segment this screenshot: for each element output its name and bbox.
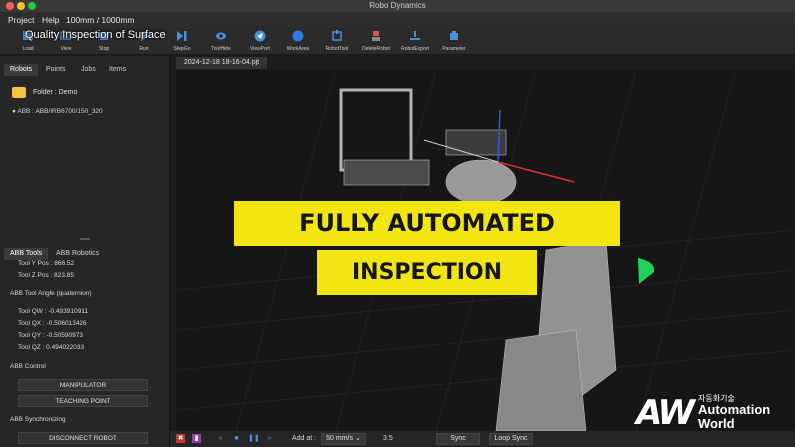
fast-forward-icon[interactable]: »	[265, 434, 274, 443]
add-at-label: Add at :	[292, 435, 317, 442]
disconnect-robot-button[interactable]: DISCONNECT ROBOT	[18, 432, 148, 444]
loop-sync-button[interactable]: Loop Sync	[489, 433, 533, 445]
splitter-handle[interactable]	[80, 238, 90, 240]
robotexport-button[interactable]: RobotExport	[395, 30, 435, 54]
tab-points[interactable]: Points	[40, 64, 71, 76]
tab-items[interactable]: Items	[103, 64, 132, 76]
robottool-button[interactable]: RobotTool	[317, 30, 357, 54]
bottom-control-bar: ✖ ▮ « ■ ❚❚ » Add at : 50 mm/s ⌄ 3.5 Sync…	[170, 431, 795, 447]
tool-y-pos: Tool Y Pos : 866.52	[18, 260, 75, 267]
export-icon	[409, 30, 421, 42]
logo-text-world: World	[698, 416, 735, 431]
tab-jobs[interactable]: Jobs	[75, 64, 102, 76]
bookmark-icon[interactable]: ▮	[192, 434, 201, 443]
left-tabs: Robots Points Jobs Items	[0, 64, 170, 76]
stop-playback-icon[interactable]: ■	[232, 434, 241, 443]
tool-qz: Tool QZ : 0.494022033	[18, 344, 85, 351]
tab-abb-robotics[interactable]: ABB Robotics	[50, 248, 105, 260]
viewport-button[interactable]: ViewPort	[240, 30, 280, 54]
overlay-caption: Quality Inspection of Surface	[25, 29, 166, 41]
aw-logo-mark: AW	[636, 393, 695, 433]
tool-qw: Tool QW : -0.493910911	[18, 308, 88, 315]
3d-viewport[interactable]: FULLY AUTOMATED INSPECTION	[176, 70, 795, 431]
props-tabs: ABB Tools ABB Robotics	[0, 248, 170, 260]
teaching-point-button[interactable]: TEACHING POINT	[18, 395, 148, 407]
tab-robots[interactable]: Robots	[4, 64, 39, 76]
eye-icon	[215, 30, 227, 42]
send-icon	[254, 30, 266, 42]
title-bar: Robo Dynamics	[0, 0, 795, 12]
pause-icon[interactable]: ❚❚	[248, 434, 260, 443]
workarea-button[interactable]: WorkArea	[278, 30, 318, 54]
tab-abb-tools[interactable]: ABB Tools	[4, 248, 49, 260]
abb-properties: ABB Tools ABB Robotics Tool Y Pos : 866.…	[0, 248, 170, 447]
record-icon[interactable]: ✖	[176, 434, 185, 443]
tool-qx: Tool QX : -0.506013426	[18, 320, 87, 327]
project-file-tab[interactable]: 2024-12-18 18-16-04.pjt	[176, 57, 268, 69]
step-icon	[176, 30, 188, 42]
stepgo-button[interactable]: StepGo	[162, 30, 202, 54]
abb-sync-header: ABB Synchronizing	[10, 416, 66, 423]
folder-icon	[12, 87, 26, 98]
parameter-icon	[448, 30, 460, 42]
tool-icon	[331, 30, 343, 42]
tool-z-pos: Tool Z Pos : 823.85	[18, 272, 75, 279]
menu-project[interactable]: Project	[8, 15, 34, 25]
abb-control-header: ABB Control	[10, 363, 46, 370]
banner-inspection: INSPECTION	[317, 250, 537, 295]
manipulator-button[interactable]: MANIPULATOR	[18, 379, 148, 391]
tree-robot-abb[interactable]: ● ABB : ABB/IRB6700/150_320	[12, 108, 103, 115]
menu-bar: Project Help 100mm / 1000mm	[0, 12, 795, 28]
automation-world-logo: AW 자동화기술 Automation World	[636, 393, 786, 433]
menu-help[interactable]: Help	[42, 15, 59, 25]
step-value: 3.5	[383, 435, 393, 442]
globe-icon	[292, 30, 304, 42]
green-target-icon	[638, 258, 655, 284]
scale-readout: 100mm / 1000mm	[66, 15, 135, 25]
tool-angle-header: ABB Tool Angle (quaternion)	[10, 290, 92, 297]
sync-button[interactable]: Sync	[436, 433, 480, 445]
chevron-down-icon: ⌄	[354, 435, 361, 442]
parameter-button[interactable]: Parameter	[434, 30, 474, 54]
toolhide-button[interactable]: ToolHide	[201, 30, 241, 54]
left-panel: Robots Points Jobs Items Folder : Demo ●…	[0, 56, 170, 447]
speed-select[interactable]: 50 mm/s ⌄	[321, 433, 366, 445]
tool-qy: Tool QY : -0.50590973	[18, 332, 83, 339]
robot-icon	[370, 30, 382, 42]
logo-text-automation: Automation	[698, 402, 771, 417]
deleterobot-button[interactable]: DeleteRobot	[356, 30, 396, 54]
window-title: Robo Dynamics	[369, 1, 426, 10]
rewind-icon[interactable]: «	[216, 434, 225, 443]
banner-fully-automated: FULLY AUTOMATED	[234, 201, 620, 246]
